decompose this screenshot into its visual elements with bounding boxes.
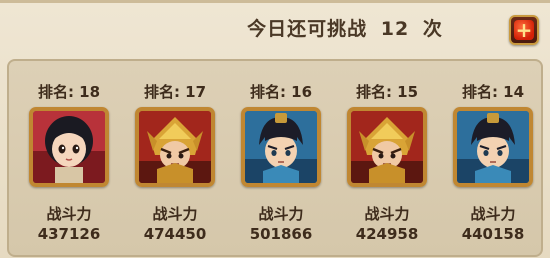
golden-helmet-warrior-icon[interactable] [347,107,427,187]
power-label: 战斗力 [470,205,516,223]
arena-window: 今日还可挑战 12 次 + 排名: 18 战斗力 437126 排名: 17 战… [0,0,550,258]
remaining-challenges-text: 今日还可挑战 12 次 [0,12,550,46]
girl-black-hair-icon[interactable] [29,107,109,187]
add-challenges-button[interactable]: + [509,15,539,45]
rank-label: 排名: [461,83,498,101]
challenge-count: 12 [380,18,410,40]
power-label: 战斗力 [258,205,304,223]
rank-value: 14 [503,83,525,101]
power-value: 437126 [37,225,101,243]
opponent-card[interactable]: 排名: 18 战斗力 437126 [21,81,117,243]
power-value: 440158 [461,225,525,243]
opponent-card[interactable]: 排名: 17 战斗力 474450 [127,81,223,243]
rank-text: 排名: 18 [21,81,117,103]
rank-label: 排名: [37,83,74,101]
rank-text: 排名: 17 [127,81,223,103]
rank-label: 排名: [143,83,180,101]
challenge-suffix: 次 [422,18,443,40]
opponent-card[interactable]: 排名: 16 战斗力 501866 [233,81,329,243]
opponents-panel: 排名: 18 战斗力 437126 排名: 17 战斗力 474450 排名: … [7,59,543,257]
rank-value: 18 [79,83,101,101]
rank-text: 排名: 14 [445,81,541,103]
plus-icon: + [514,18,534,42]
rank-value: 15 [397,83,419,101]
power-label: 战斗力 [364,205,410,223]
rank-label: 排名: [355,83,392,101]
challenge-prefix: 今日还可挑战 [247,18,368,40]
power-value: 501866 [249,225,313,243]
opponent-card[interactable]: 排名: 14 战斗力 440158 [445,81,541,243]
opponent-card[interactable]: 排名: 15 战斗力 424958 [339,81,435,243]
rank-value: 17 [185,83,207,101]
rank-text: 排名: 16 [233,81,329,103]
blue-scholar-warrior-icon[interactable] [453,107,533,187]
power-value: 474450 [143,225,207,243]
power-value: 424958 [355,225,419,243]
header-bar: 今日还可挑战 12 次 + [0,3,550,55]
power-label: 战斗力 [152,205,198,223]
blue-scholar-warrior-icon[interactable] [241,107,321,187]
golden-helmet-warrior-icon[interactable] [135,107,215,187]
rank-label: 排名: [249,83,286,101]
rank-value: 16 [291,83,313,101]
power-label: 战斗力 [46,205,92,223]
rank-text: 排名: 15 [339,81,435,103]
